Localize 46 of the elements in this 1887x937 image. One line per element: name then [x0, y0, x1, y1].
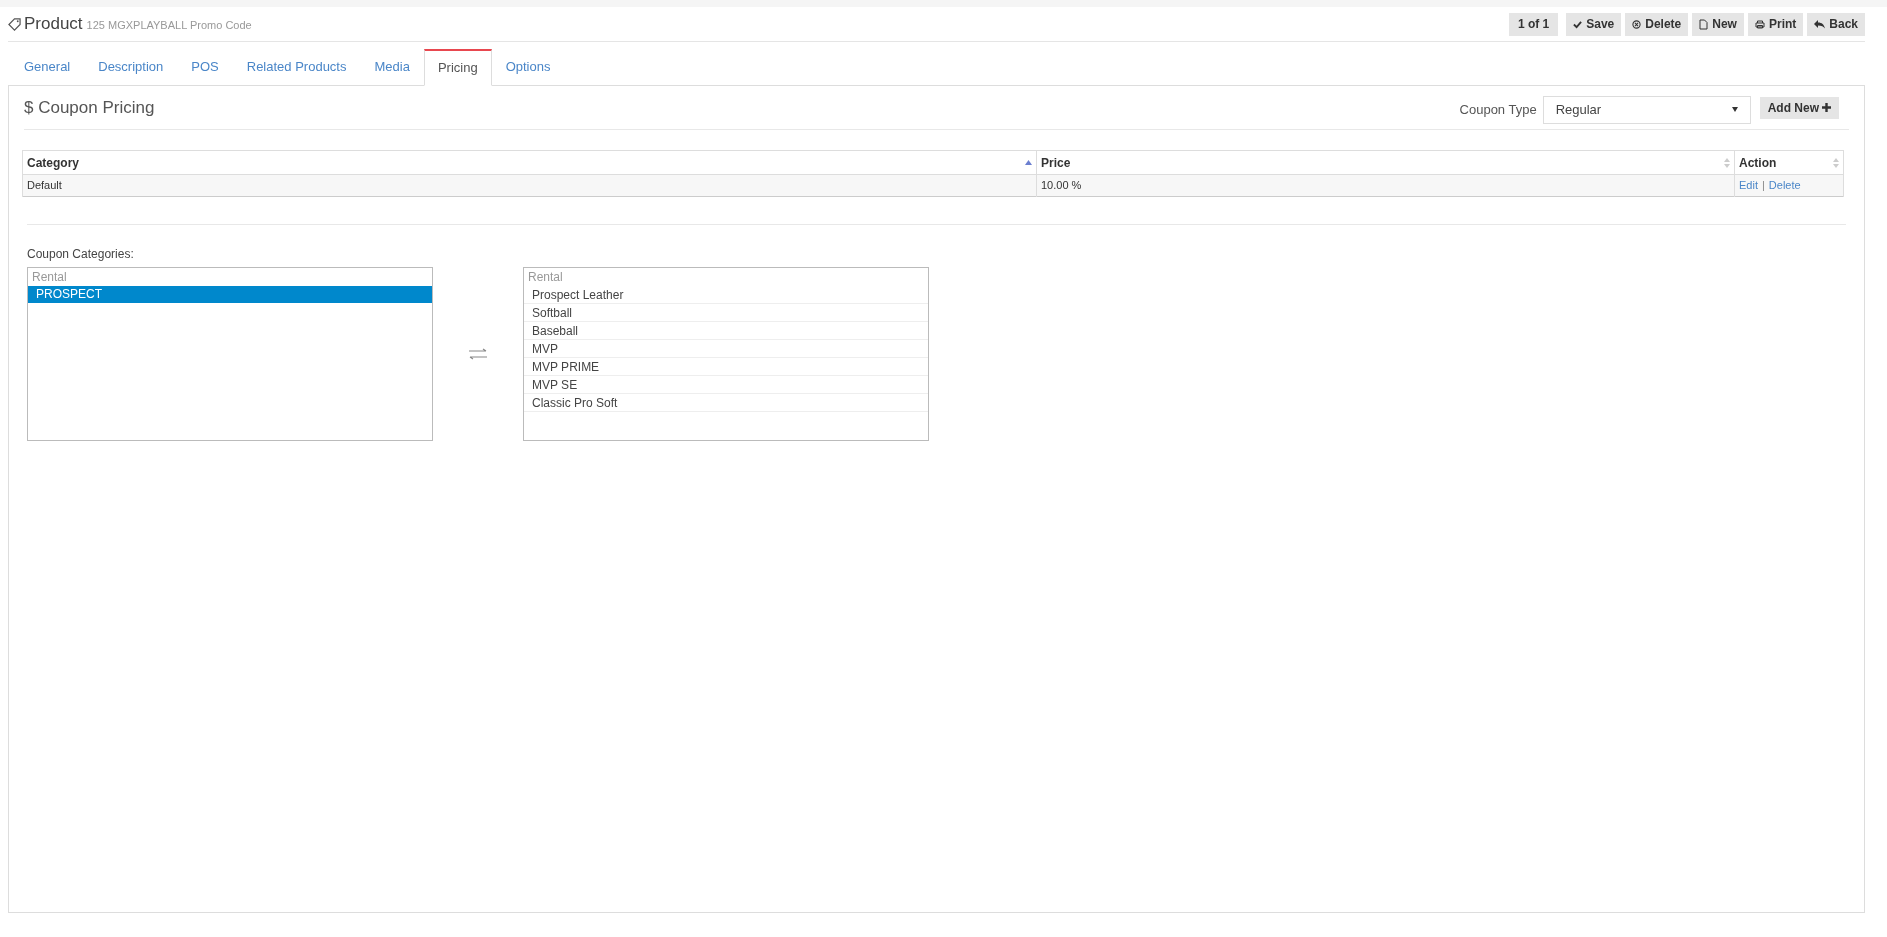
new-button[interactable]: New [1692, 12, 1744, 36]
dropdown-caret-icon [1731, 107, 1738, 112]
list-item[interactable]: Prospect Leather [524, 286, 928, 304]
tab[interactable]: Media [360, 49, 424, 85]
print-button[interactable]: Print [1747, 12, 1804, 36]
page-title: Product [24, 13, 83, 36]
list-item[interactable]: Classic Pro Soft [524, 394, 928, 412]
add-new-button[interactable]: Add New [1759, 96, 1839, 119]
list-item[interactable]: Softball [524, 304, 928, 322]
tag-icon [8, 17, 21, 31]
plus-icon [1822, 103, 1831, 112]
delete-link[interactable]: Delete [1768, 179, 1801, 192]
table-cell: Default [27, 179, 62, 192]
tab[interactable]: General [10, 49, 85, 85]
page-counter: 1 of 1 [1508, 12, 1559, 36]
list-group-label: Rental [31, 269, 68, 286]
column-header[interactable]: Price [1041, 153, 1071, 172]
table-cell: 10.00 % [1041, 179, 1082, 192]
list-item[interactable]: PROSPECT [28, 286, 432, 303]
coupon-categories-label: Coupon Categories: [27, 246, 135, 263]
tab[interactable]: Options [491, 49, 565, 85]
document-icon [1699, 18, 1709, 30]
swap-arrows-icon[interactable] [468, 348, 488, 360]
save-button[interactable]: Save [1566, 12, 1622, 36]
tab[interactable]: Description [84, 49, 178, 85]
back-button[interactable]: Back [1807, 12, 1865, 36]
list-item[interactable]: Baseball [524, 322, 928, 340]
close-icon [1632, 19, 1642, 29]
tab[interactable]: Related Products [232, 49, 361, 85]
column-header[interactable]: Category [27, 153, 79, 172]
coupon-type-label: Coupon Type [1459, 100, 1537, 119]
edit-link[interactable]: Edit [1739, 179, 1758, 192]
check-icon [1573, 19, 1583, 29]
list-item[interactable]: MVP [524, 340, 928, 358]
list-group-label: Rental [527, 269, 564, 286]
separator: | [1761, 179, 1765, 192]
tab[interactable]: Pricing [423, 49, 492, 86]
list-item[interactable]: MVP PRIME [524, 358, 928, 376]
printer-icon [1754, 19, 1765, 29]
page-subtitle: 125 MGXPLAYBALL Promo Code [86, 18, 252, 34]
list-item[interactable]: MVP SE [524, 376, 928, 394]
delete-button[interactable]: Delete [1625, 12, 1689, 36]
coupon-type-select[interactable]: Regular [1542, 95, 1751, 124]
reply-arrow-icon [1814, 19, 1826, 29]
section-title: $ Coupon Pricing [24, 96, 155, 119]
tab[interactable]: POS [177, 49, 233, 85]
